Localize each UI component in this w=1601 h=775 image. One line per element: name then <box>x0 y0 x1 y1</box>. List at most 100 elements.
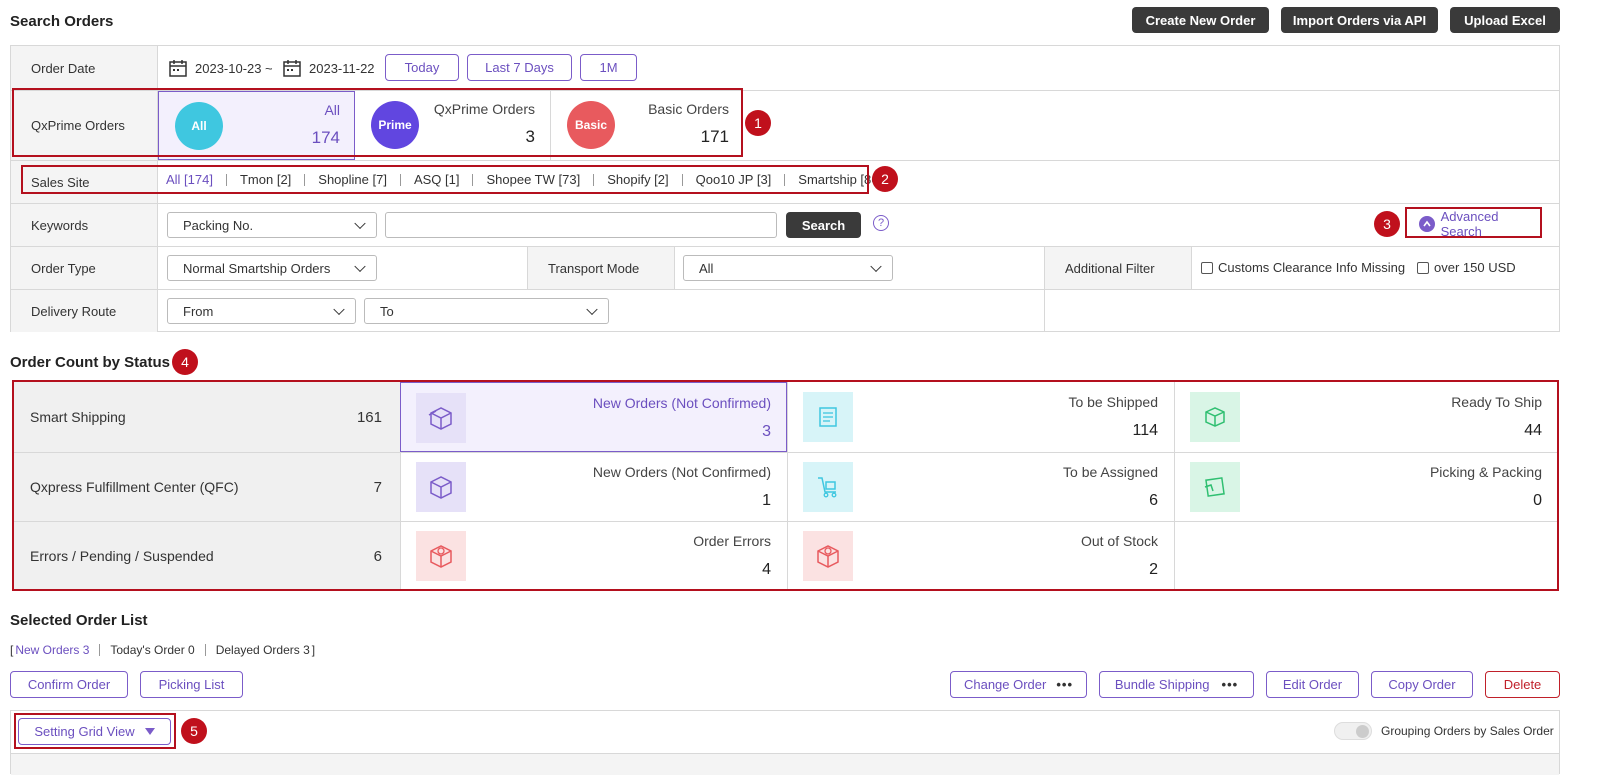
grouping-label: Grouping Orders by Sales Order <box>1381 724 1554 738</box>
annotation-marker-4: 4 <box>172 349 198 375</box>
status-cell-new-orders-smart[interactable]: New Orders (Not Confirmed) 3 <box>400 382 787 452</box>
status-cell-out-of-stock[interactable]: Out of Stock 2 <box>787 522 1174 589</box>
over-150-label: over 150 USD <box>1434 260 1516 275</box>
last-7-days-button[interactable]: Last 7 Days <box>467 54 572 81</box>
cart-icon <box>803 462 853 512</box>
additional-filter-label: Additional Filter <box>1044 247 1192 289</box>
copy-order-button[interactable]: Copy Order <box>1371 671 1473 698</box>
import-orders-api-button[interactable]: Import Orders via API <box>1281 7 1438 33</box>
create-new-order-button[interactable]: Create New Order <box>1132 7 1269 33</box>
cell-value: 0 <box>1533 492 1542 509</box>
help-icon[interactable]: ? <box>873 215 889 231</box>
order-type-label: Order Type <box>11 247 158 289</box>
keyword-type-select[interactable]: Packing No. <box>167 212 377 238</box>
status-cell-new-orders-qfc[interactable]: New Orders (Not Confirmed) 1 <box>401 453 787 521</box>
customs-missing-checkbox[interactable]: Customs Clearance Info Missing <box>1201 260 1405 275</box>
date-to-field[interactable]: 2023-11-22 <box>309 61 375 76</box>
bracket-open: [ <box>10 643 14 657</box>
transport-mode-label: Transport Mode <box>527 247 675 289</box>
bundle-shipping-label: Bundle Shipping <box>1114 677 1210 692</box>
chevron-down-icon <box>354 260 366 273</box>
delete-button[interactable]: Delete <box>1485 671 1560 698</box>
row-label: Errors / Pending / Suspended <box>30 548 214 564</box>
status-row-errors[interactable]: Errors / Pending / Suspended 6 <box>14 521 400 589</box>
annotation-box-qxprime <box>12 88 743 157</box>
chevron-down-icon <box>870 260 882 273</box>
checkbox-icon[interactable] <box>1201 261 1213 274</box>
over-150-checkbox[interactable]: over 150 USD <box>1417 260 1516 275</box>
route-from-select[interactable]: From <box>167 298 356 324</box>
order-list-summary: [ New Orders 3 Today's Order 0 Delayed O… <box>10 643 315 657</box>
cell-title: To be Shipped <box>1068 394 1158 410</box>
toggle-knob <box>1356 725 1369 738</box>
delayed-orders-link[interactable]: Delayed Orders 3 <box>216 643 310 657</box>
packing-icon <box>1190 462 1240 512</box>
new-orders-link[interactable]: New Orders 3 <box>15 643 89 657</box>
cell-title: New Orders (Not Confirmed) <box>592 464 771 480</box>
status-cell-ready-to-ship[interactable]: Ready To Ship 44 <box>1174 382 1557 452</box>
page-title: Search Orders <box>10 13 114 30</box>
error-box-icon <box>803 531 853 581</box>
document-icon <box>803 392 853 442</box>
today-order-link[interactable]: Today's Order 0 <box>110 643 194 657</box>
today-button[interactable]: Today <box>385 54 459 81</box>
change-order-label: Change Order <box>963 677 1047 692</box>
grid-header-row <box>11 753 1559 775</box>
route-to-select[interactable]: To <box>364 298 609 324</box>
cell-title: Order Errors <box>693 533 771 549</box>
row-label: Qxpress Fulfillment Center (QFC) <box>30 479 239 495</box>
chevron-down-icon <box>333 303 345 316</box>
change-order-button[interactable]: Change Order ••• <box>950 671 1087 698</box>
confirm-order-button[interactable]: Confirm Order <box>10 671 128 698</box>
grouping-toggle[interactable] <box>1334 722 1372 740</box>
status-row-qfc[interactable]: Qxpress Fulfillment Center (QFC) 7 <box>14 452 400 521</box>
row-count: 161 <box>356 409 382 426</box>
box-icon <box>416 393 466 443</box>
customs-missing-label: Customs Clearance Info Missing <box>1218 260 1406 275</box>
row-count: 7 <box>373 479 382 496</box>
calendar-icon[interactable] <box>168 58 188 78</box>
annotation-marker-2: 2 <box>872 166 898 192</box>
annotation-box-sales-site <box>21 165 869 194</box>
order-date-label: Order Date <box>11 46 158 90</box>
chevron-down-icon <box>354 217 366 230</box>
status-row-smart-shipping[interactable]: Smart Shipping 161 <box>14 382 400 452</box>
date-separator: ~ <box>265 61 273 76</box>
upload-excel-button[interactable]: Upload Excel <box>1450 7 1560 33</box>
keyword-type-value: Packing No. <box>183 217 254 233</box>
status-grid: Smart Shipping 161 Qxpress Fulfillment C… <box>12 380 1559 591</box>
order-type-value: Normal Smartship Orders <box>183 260 331 276</box>
date-from-field[interactable]: 2023-10-23 <box>195 61 262 76</box>
annotation-box-advanced-search <box>1405 207 1542 238</box>
status-cell-to-be-shipped[interactable]: To be Shipped 114 <box>787 382 1174 452</box>
status-cell-order-errors[interactable]: Order Errors 4 <box>401 522 787 589</box>
setting-grid-view-button[interactable]: Setting Grid View <box>18 718 171 745</box>
more-dots-icon: ••• <box>1056 677 1074 692</box>
error-box-icon <box>416 531 466 581</box>
setting-grid-view-label: Setting Grid View <box>34 724 135 739</box>
chevron-down-icon <box>586 303 598 316</box>
keyword-search-input[interactable] <box>385 212 777 238</box>
one-month-button[interactable]: 1M <box>580 54 637 81</box>
transport-mode-value: All <box>699 260 714 276</box>
annotation-marker-5: 5 <box>181 718 207 744</box>
picking-list-button[interactable]: Picking List <box>140 671 243 698</box>
row-count: 6 <box>373 548 382 565</box>
bundle-shipping-button[interactable]: Bundle Shipping ••• <box>1099 671 1254 698</box>
route-to-value: To <box>380 303 394 319</box>
edit-order-button[interactable]: Edit Order <box>1266 671 1359 698</box>
transport-mode-select[interactable]: All <box>683 255 893 281</box>
checkbox-icon[interactable] <box>1417 261 1429 274</box>
keywords-label: Keywords <box>11 204 158 246</box>
cell-title: Ready To Ship <box>1451 394 1542 410</box>
status-section-title: Order Count by Status <box>10 354 171 371</box>
calendar-icon[interactable] <box>282 58 302 78</box>
status-cell-to-be-assigned[interactable]: To be Assigned 6 <box>787 453 1174 521</box>
search-button[interactable]: Search <box>786 212 861 238</box>
cell-title: Picking & Packing <box>1429 464 1542 480</box>
cell-value: 2 <box>1149 561 1158 578</box>
order-type-select[interactable]: Normal Smartship Orders <box>167 255 377 281</box>
row-label: Smart Shipping <box>30 409 126 425</box>
status-cell-picking-packing[interactable]: Picking & Packing 0 <box>1174 453 1557 521</box>
cell-value: 1 <box>762 492 771 509</box>
